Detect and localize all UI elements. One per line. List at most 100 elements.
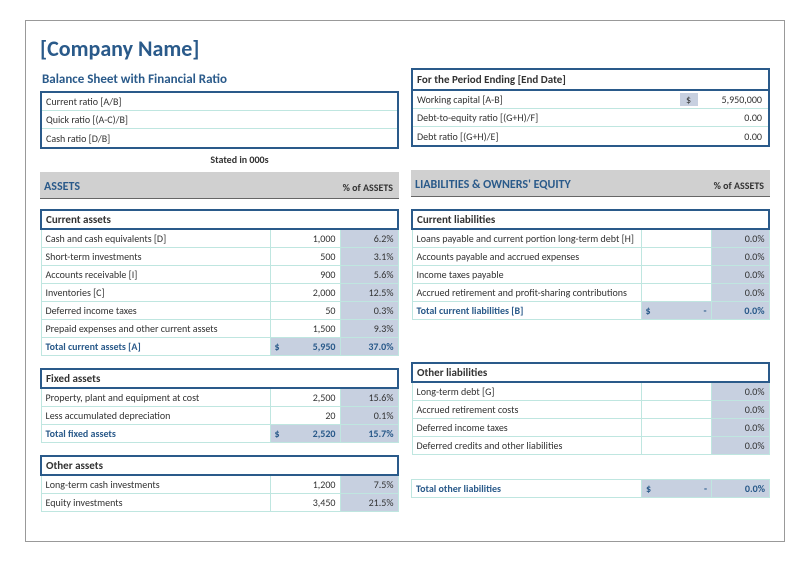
ratio-row: Debt-to-equity ratio [(G+H)/F]0.00 — [413, 109, 768, 127]
ratio-label: Debt ratio [(G+H)/E] — [413, 130, 680, 143]
row-pct: 12.5% — [340, 284, 398, 302]
row-value: 1,000 — [270, 229, 340, 248]
group-header: Other liabilities — [412, 363, 769, 382]
row-pct: 0.1% — [340, 407, 398, 425]
row-value: 1,500 — [270, 320, 340, 338]
total-value: $5,950 — [270, 338, 340, 356]
ratio-box-right: For the Period Ending [End Date] Working… — [411, 68, 770, 147]
total-row: Total current liabilities [B]$-0.0% — [412, 302, 769, 320]
stated-label: Stated in 000s — [80, 153, 399, 166]
total-amount: 2,520 — [313, 427, 336, 440]
row-pct: 9.3% — [340, 320, 398, 338]
row-label: Less accumulated depreciation — [41, 407, 270, 425]
row-label: Cash and cash equivalents [D] — [41, 229, 270, 248]
group-title: Current assets — [41, 210, 398, 229]
row-pct: 0.3% — [340, 302, 398, 320]
data-table: Other liabilitiesLong-term debt [G]0.0%A… — [411, 362, 770, 455]
group-title: Fixed assets — [41, 369, 398, 388]
currency-symbol: $ — [680, 93, 698, 106]
row-label: Equity investments — [41, 494, 270, 512]
page-frame: [Company Name] Balance Sheet with Financ… — [25, 20, 785, 542]
total-label: Total current assets [A] — [41, 338, 270, 356]
period-label: For the Period Ending [End Date] — [413, 70, 768, 91]
data-table: Other assetsLong-term cash investments1,… — [40, 455, 399, 512]
assets-title: ASSETS — [40, 172, 339, 198]
table-row: Accrued retirement costs0.0% — [412, 401, 769, 419]
row-pct: 5.6% — [340, 266, 398, 284]
ratio-label: Debt-to-equity ratio [(G+H)/F] — [413, 111, 680, 124]
row-value: 20 — [270, 407, 340, 425]
row-pct: 21.5% — [340, 494, 398, 512]
table-row: Deferred income taxes0.0% — [412, 419, 769, 437]
ratio-label: Working capital [A-B] — [413, 93, 680, 106]
assets-column: Current assetsCash and cash equivalents … — [40, 209, 399, 512]
data-table: Fixed assetsProperty, plant and equipmen… — [40, 368, 399, 443]
ratio-row: Quick ratio [(A-C)/B] — [42, 111, 397, 129]
data-table: Current assetsCash and cash equivalents … — [40, 209, 399, 356]
row-value — [641, 284, 711, 302]
subtitle: Balance Sheet with Financial Ratio — [40, 68, 399, 91]
row-label: Prepaid expenses and other current asset… — [41, 320, 270, 338]
row-pct: 0.0% — [711, 437, 769, 455]
row-label: Income taxes payable — [412, 266, 641, 284]
row-label: Short-term investments — [41, 248, 270, 266]
table-row: Loans payable and current portion long-t… — [412, 229, 769, 248]
row-label: Property, plant and equipment at cost — [41, 388, 270, 407]
row-label: Accounts payable and accrued expenses — [412, 248, 641, 266]
total-label: Total fixed assets — [41, 425, 270, 443]
total-row: Total current assets [A]$5,95037.0% — [41, 338, 398, 356]
row-label: Deferred income taxes — [41, 302, 270, 320]
total-label: Total other liabilities — [412, 480, 642, 498]
group-header: Current assets — [41, 210, 398, 229]
total-value: $- — [641, 302, 711, 320]
group-header: Other assets — [41, 456, 398, 475]
row-label: Loans payable and current portion long-t… — [412, 229, 641, 248]
total-value: $2,520 — [270, 425, 340, 443]
currency-symbol: $ — [646, 482, 651, 495]
liabilities-header: LIABILITIES & OWNERS' EQUITY % of ASSETS — [411, 170, 770, 197]
row-value — [641, 401, 711, 419]
currency-symbol: $ — [646, 304, 651, 317]
ratio-value: 5,950,000 — [698, 93, 768, 106]
table-row: Prepaid expenses and other current asset… — [41, 320, 398, 338]
liabilities-column: Current liabilitiesLoans payable and cur… — [411, 209, 770, 512]
row-value: 50 — [270, 302, 340, 320]
group-title: Other liabilities — [412, 363, 769, 382]
table-row: Long-term cash investments1,2007.5% — [41, 475, 398, 494]
total-amount: 5,950 — [313, 340, 336, 353]
total-amount: - — [703, 304, 706, 317]
row-value — [641, 266, 711, 284]
row-pct: 7.5% — [340, 475, 398, 494]
ratio-row: Debt ratio [(G+H)/E]0.00 — [413, 127, 768, 145]
row-pct: 0.0% — [711, 382, 769, 401]
row-value: 2,000 — [270, 284, 340, 302]
ratio-label: Cash ratio [D/B] — [42, 132, 327, 145]
ratio-row: Working capital [A-B]$5,950,000 — [413, 91, 768, 109]
group-title: Other assets — [41, 456, 398, 475]
table-row: Inventories [C]2,00012.5% — [41, 284, 398, 302]
row-value — [641, 229, 711, 248]
row-value — [641, 437, 711, 455]
group-header: Current liabilities — [412, 210, 769, 229]
table-row: Long-term debt [G]0.0% — [412, 382, 769, 401]
total-pct: 37.0% — [340, 338, 398, 356]
row-value: 900 — [270, 266, 340, 284]
table-row: Income taxes payable 0.0% — [412, 266, 769, 284]
row-value — [641, 248, 711, 266]
row-pct: 0.0% — [711, 266, 769, 284]
row-value: 500 — [270, 248, 340, 266]
table-row: Accounts receivable [I]9005.6% — [41, 266, 398, 284]
row-value — [641, 382, 711, 401]
row-pct: 3.1% — [340, 248, 398, 266]
row-label: Deferred income taxes — [412, 419, 641, 437]
table-row: Deferred income taxes500.3% — [41, 302, 398, 320]
ratio-row: Current ratio [A/B] — [42, 93, 397, 111]
ratio-row: Cash ratio [D/B] — [42, 129, 397, 147]
row-label: Deferred credits and other liabilities — [412, 437, 641, 455]
table-row: Property, plant and equipment at cost2,5… — [41, 388, 398, 407]
ratio-label: Quick ratio [(A-C)/B] — [42, 113, 327, 126]
total-pct: 0.0% — [712, 480, 770, 498]
row-value: 2,500 — [270, 388, 340, 407]
row-value: 1,200 — [270, 475, 340, 494]
row-label: Inventories [C] — [41, 284, 270, 302]
